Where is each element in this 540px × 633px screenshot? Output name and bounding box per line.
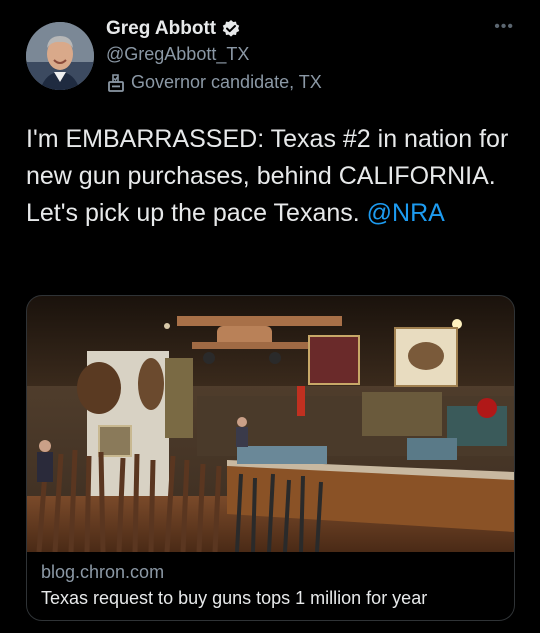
mention-link[interactable]: @NRA — [367, 199, 445, 227]
account-label-text: Governor candidate, TX — [131, 72, 322, 92]
avatar[interactable] — [26, 22, 94, 90]
author-handle[interactable]: @GregAbbott_TX — [106, 44, 249, 65]
card-headline[interactable]: Texas request to buy guns tops 1 million… — [41, 588, 427, 609]
card-image[interactable] — [27, 296, 514, 552]
card-domain[interactable]: blog.chron.com — [41, 562, 164, 583]
link-card[interactable]: blog.chron.com Texas request to buy guns… — [26, 295, 515, 621]
account-label[interactable]: Governor candidate, TX — [106, 72, 322, 93]
more-options-icon[interactable]: ••• — [494, 18, 514, 36]
verified-badge-icon — [221, 19, 241, 39]
avatar-photo — [26, 22, 94, 90]
author-name-row[interactable]: Greg Abbott — [106, 18, 241, 40]
ballot-box-icon — [106, 73, 126, 93]
tweet-text: I'm EMBARRASSED: Texas #2 in nation for … — [26, 121, 526, 232]
author-name[interactable]: Greg Abbott — [106, 18, 216, 40]
card-meta[interactable]: blog.chron.com Texas request to buy guns… — [27, 552, 514, 620]
